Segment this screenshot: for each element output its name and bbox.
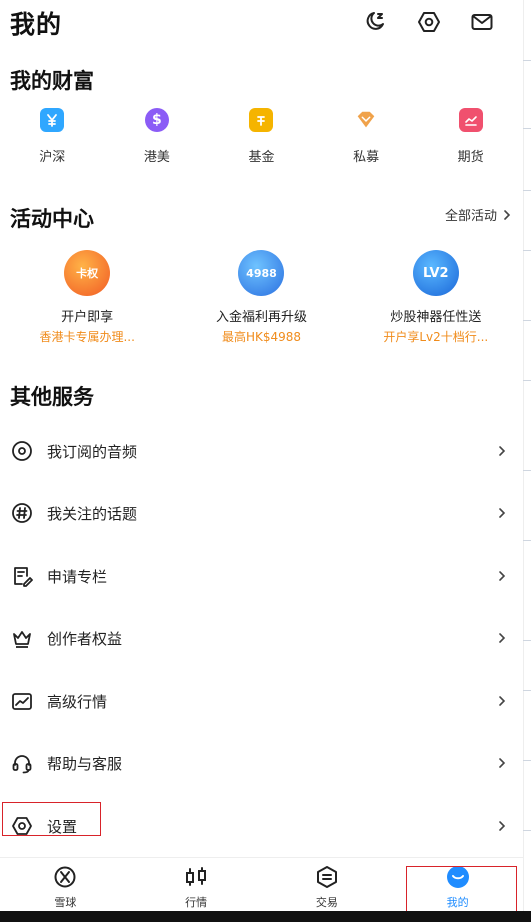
- wealth-section-title: 我的财富: [10, 69, 94, 93]
- wealth-item-label: 沪深: [39, 150, 66, 165]
- activity-subtitle: 香港卡专属办理...: [39, 330, 135, 344]
- wealth-item-label: 期货: [457, 150, 484, 165]
- service-label: 我关注的话题: [47, 504, 138, 523]
- wealth-item-hushen[interactable]: 沪深: [0, 108, 105, 168]
- service-item-topics[interactable]: 我关注的话题: [0, 482, 523, 544]
- service-label: 帮助与客服: [47, 754, 123, 773]
- activity-subtitle: 开户享Lv2十档行...: [383, 330, 489, 344]
- snowball-icon: [52, 864, 78, 890]
- settings-icon[interactable]: [416, 9, 442, 35]
- chevron-right-icon: [497, 446, 507, 456]
- dollar-icon: $: [144, 108, 169, 132]
- activity-card[interactable]: LV2 炒股神器任性送 开户享Lv2十档行...: [349, 250, 523, 345]
- activity-badge-text: 卡权: [76, 267, 99, 280]
- service-label: 创作者权益: [47, 629, 123, 648]
- activity-badge-text: LV2: [423, 265, 449, 281]
- wealth-item-label: 基金: [248, 150, 275, 165]
- headset-icon: [11, 752, 33, 774]
- activity-badge-icon: LV2: [412, 250, 459, 296]
- wealth-item-label: 私募: [353, 150, 380, 165]
- service-item-help[interactable]: 帮助与客服: [0, 732, 523, 794]
- crown-icon: [11, 627, 33, 649]
- activities-list: 卡权 开户即享 香港卡专属办理... 4988 入金福利再升级 最高HK$498…: [0, 250, 523, 345]
- service-item-advanced-quotes[interactable]: 高级行情: [0, 670, 523, 732]
- tab-label: 行情: [185, 896, 208, 909]
- all-activities-label: 全部活动: [444, 209, 497, 224]
- wealth-grid: 沪深 $ 港美 基金 私募 期货: [0, 108, 523, 168]
- all-activities-link[interactable]: 全部活动: [445, 205, 511, 224]
- right-edge-strip: [523, 0, 531, 922]
- wealth-item-futures[interactable]: 期货: [418, 108, 523, 168]
- activity-badge-icon: 卡权: [64, 250, 111, 296]
- cny-icon: [40, 108, 65, 132]
- trend-chart-icon: [11, 690, 33, 712]
- edit-doc-icon: [11, 565, 33, 587]
- activity-card[interactable]: 4988 入金福利再升级 最高HK$4988: [174, 250, 348, 345]
- diamond-icon: [354, 108, 378, 132]
- service-item-audio[interactable]: 我订阅的音频: [0, 420, 523, 482]
- wealth-item-private[interactable]: 私募: [314, 108, 419, 168]
- wealth-item-hk-us[interactable]: $ 港美: [105, 108, 210, 168]
- header: 我的: [0, 0, 523, 46]
- activities-section-title: 活动中心: [10, 207, 94, 231]
- chevron-right-icon: [497, 758, 507, 768]
- activity-card[interactable]: 卡权 开户即享 香港卡专属办理...: [0, 250, 174, 345]
- audio-disc-icon: [11, 440, 33, 462]
- service-label: 高级行情: [47, 692, 108, 711]
- services-section-title: 其他服务: [10, 385, 94, 409]
- service-item-column[interactable]: 申请专栏: [0, 545, 523, 607]
- chevron-right-icon: [497, 821, 507, 831]
- settings-highlight-box: [2, 802, 101, 836]
- wealth-item-label: 港美: [143, 150, 170, 165]
- activity-name: 开户即享: [61, 310, 114, 325]
- page-title: 我的: [10, 10, 63, 39]
- chevron-right-icon: [497, 571, 507, 581]
- futures-chart-icon: [458, 108, 483, 132]
- candlestick-icon: [183, 864, 209, 890]
- service-label: 申请专栏: [47, 567, 108, 586]
- tab-label: 雪球: [54, 896, 77, 909]
- tab-quotes[interactable]: 行情: [131, 858, 262, 911]
- profile-page: 我的 我的财富 沪深 $ 港美 基金 私募 期货 活动中心 全部活动 卡权 开户…: [0, 0, 531, 922]
- message-icon[interactable]: [469, 9, 495, 35]
- fund-bag-icon: [249, 108, 274, 132]
- chevron-right-icon: [497, 508, 507, 518]
- activity-name: 入金福利再升级: [215, 310, 307, 325]
- chevron-right-icon: [497, 696, 507, 706]
- activity-name: 炒股神器任性送: [390, 310, 482, 325]
- chevron-right-icon: [504, 209, 511, 220]
- hashtag-icon: [11, 502, 33, 524]
- tab-trade[interactable]: 交易: [262, 858, 393, 911]
- chevron-right-icon: [497, 633, 507, 643]
- trade-icon: [314, 864, 340, 890]
- activity-badge-text: 4988: [246, 266, 277, 280]
- service-label: 我订阅的音频: [47, 442, 138, 461]
- activity-badge-icon: 4988: [238, 250, 285, 296]
- wealth-item-fund[interactable]: 基金: [209, 108, 314, 168]
- service-item-creator[interactable]: 创作者权益: [0, 607, 523, 669]
- tab-label: 交易: [315, 896, 338, 909]
- tab-snowball[interactable]: 雪球: [0, 858, 131, 911]
- system-navigation-bar: [0, 911, 531, 922]
- activity-subtitle: 最高HK$4988: [221, 330, 302, 344]
- night-mode-icon[interactable]: [362, 9, 388, 35]
